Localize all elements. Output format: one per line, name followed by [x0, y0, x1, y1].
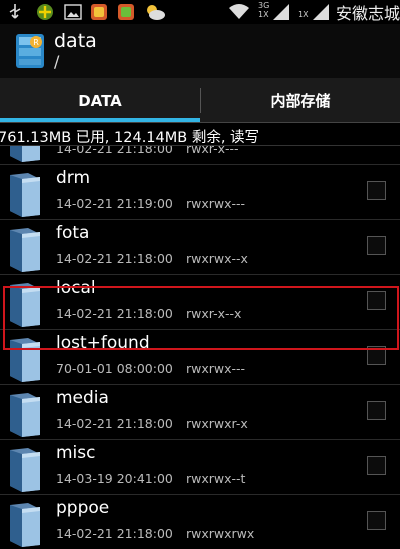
weather-icon [147, 5, 165, 20]
svg-text:R: R [33, 38, 39, 47]
file-date: 14-02-21 21:18:00 [56, 146, 173, 156]
file-permissions: rwxr-x--- [186, 146, 239, 156]
folder-icon [8, 446, 42, 492]
file-row[interactable]: 14-02-21 21:18:00 rwxr-x--- [0, 146, 400, 165]
file-row[interactable]: media 14-02-21 21:18:00 rwxrwxr-x [0, 385, 400, 440]
file-row[interactable]: drm 14-02-21 21:19:00 rwxrwx--- [0, 165, 400, 220]
file-row[interactable]: fota 14-02-21 21:18:00 rwxrwx--x [0, 220, 400, 275]
folder-icon [8, 226, 42, 272]
file-date: 14-02-21 21:18:00 [56, 526, 173, 541]
app-header: R data / [0, 24, 400, 78]
select-checkbox[interactable] [367, 236, 386, 255]
file-permissions: rwxrwxr-x [186, 416, 248, 431]
select-checkbox[interactable] [367, 511, 386, 530]
file-date: 14-03-19 20:41:00 [56, 471, 173, 486]
file-name: pppoe [56, 498, 110, 518]
wifi-icon [229, 4, 249, 19]
file-name: drm [56, 168, 91, 188]
file-manager-app-icon[interactable]: R [14, 32, 46, 70]
file-name: misc [56, 443, 96, 463]
gallery-icon [64, 4, 82, 20]
file-row[interactable]: pppoe 14-02-21 21:18:00 rwxrwxrwx [0, 495, 400, 549]
file-permissions: rwxrwx--- [186, 196, 246, 211]
selection-highlight-box [3, 286, 399, 350]
file-permissions: rwxrwxrwx [186, 526, 255, 541]
tab-internal-storage[interactable]: 内部存储 [201, 78, 400, 123]
file-permissions: rwxrwx--t [186, 471, 246, 486]
file-row[interactable]: misc 14-03-19 20:41:00 rwxrwx--t [0, 440, 400, 495]
folder-icon [8, 501, 42, 547]
file-name: fota [56, 223, 90, 243]
file-date: 70-01-01 08:00:00 [56, 361, 173, 376]
app-notify-icon-1 [91, 4, 107, 20]
signal-type-2: 1X [298, 10, 309, 19]
folder-title: data [54, 30, 97, 52]
select-checkbox[interactable] [367, 456, 386, 475]
select-checkbox[interactable] [367, 181, 386, 200]
active-tab-indicator [0, 118, 200, 122]
folder-icon [8, 391, 42, 437]
file-name: media [56, 388, 109, 408]
file-permissions: rwxrwx--- [186, 361, 246, 376]
app-notify-icon-2 [118, 4, 134, 20]
tab-bar: DATA 内部存储 [0, 78, 400, 123]
signal-strength-icon-2 [313, 4, 329, 20]
carrier-name: 安徽志城 [336, 4, 400, 23]
android-settings-icon [37, 4, 53, 20]
status-bar: 3G 1X 1X 安徽志城 [0, 0, 400, 24]
folder-icon [8, 146, 42, 162]
file-date: 14-02-21 21:18:00 [56, 251, 173, 266]
folder-icon [8, 171, 42, 217]
folder-path: / [54, 52, 60, 71]
signal-type-1: 3G 1X [258, 1, 270, 19]
file-date: 14-02-21 21:19:00 [56, 196, 173, 211]
storage-info-bar: 761.13MB 已用, 124.14MB 剩余, 读写 [0, 124, 400, 146]
usb-icon [9, 4, 21, 19]
storage-info-text: 761.13MB 已用, 124.14MB 剩余, 读写 [0, 130, 260, 146]
select-checkbox[interactable] [367, 401, 386, 420]
file-permissions: rwxrwx--x [186, 251, 248, 266]
signal-strength-icon-1 [273, 4, 289, 20]
tab-data[interactable]: DATA [0, 78, 200, 123]
file-date: 14-02-21 21:18:00 [56, 416, 173, 431]
